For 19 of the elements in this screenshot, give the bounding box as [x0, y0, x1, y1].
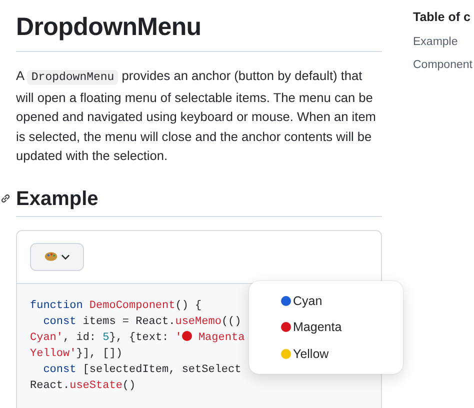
code-line: const [selectedItem, setSelect	[42, 362, 242, 378]
menu-item[interactable]: Cyan	[293, 294, 322, 308]
code-line: Yellow'}], [])	[30, 346, 122, 362]
code-line: const items = React.useMemo(()	[42, 314, 242, 330]
anchor-button[interactable]	[30, 242, 84, 270]
code-line: function DemoComponent() {	[30, 298, 202, 314]
intro-paragraph: A DropdownMenu provides an anchor (button by default) that will open a floating menu of selectable items. The menu can be opened and navigated using keyboard or mouse. When an item is selected, the menu will close and the anchor contents will be updated with the selection.	[16, 67, 377, 165]
chevron-icon	[61, 254, 70, 260]
code-line: React.useState()	[30, 378, 136, 394]
code-line: Cyan', id: 5}, {text: ' Magenta	[30, 330, 245, 346]
page-title: DropdownMenu	[16, 10, 382, 52]
menu-item[interactable]: Magenta	[293, 320, 342, 334]
section-heading: Example	[16, 186, 100, 212]
link-icon[interactable]	[0, 192, 11, 204]
toc-heading: Table of c	[413, 9, 472, 25]
toc-link[interactable]: Component	[413, 59, 472, 71]
menu-item[interactable]: Yellow	[293, 346, 329, 361]
toc-link[interactable]: Example	[413, 36, 472, 48]
palette-icon	[44, 251, 58, 262]
